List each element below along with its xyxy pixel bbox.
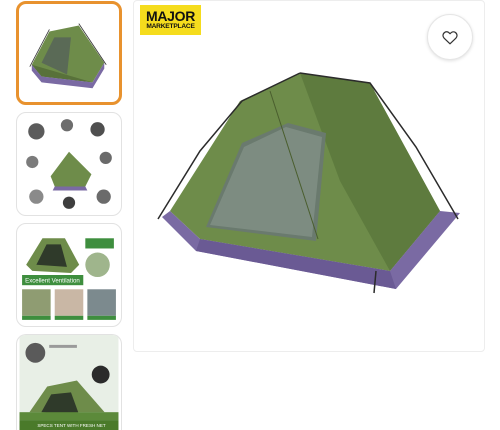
- tent-thumbnail-image: [29, 23, 107, 89]
- main-tent-image: [157, 72, 460, 294]
- brand-name-bottom: MARKETPLACE: [146, 23, 195, 30]
- tent-ventilation-image: Excellent Ventilation: [22, 238, 116, 320]
- thumbnail-3[interactable]: Excellent Ventilation: [16, 223, 122, 327]
- thumbnail-2[interactable]: [16, 112, 122, 216]
- product-gallery: Excellent Ventilation SPECS TENT WITH FR…: [0, 0, 500, 430]
- thumbnail-4[interactable]: SPECS TENT WITH FRESH NET: [16, 334, 122, 430]
- wishlist-button[interactable]: [427, 14, 473, 60]
- brand-logo: MAJOR MARKETPLACE: [140, 5, 201, 35]
- brand-name-top: MAJOR: [145, 8, 196, 24]
- tent-uv-waterproof-image: SPECS TENT WITH FRESH NET: [19, 335, 119, 430]
- feature-title: Excellent Ventilation: [25, 278, 80, 285]
- thumbnail-1[interactable]: [16, 1, 122, 105]
- banner-text: SPECS TENT WITH FRESH NET: [37, 423, 106, 428]
- main-image-container: MAJOR MARKETPLACE: [133, 0, 485, 352]
- tent-features-image: [26, 119, 112, 209]
- heart-icon: [442, 30, 458, 44]
